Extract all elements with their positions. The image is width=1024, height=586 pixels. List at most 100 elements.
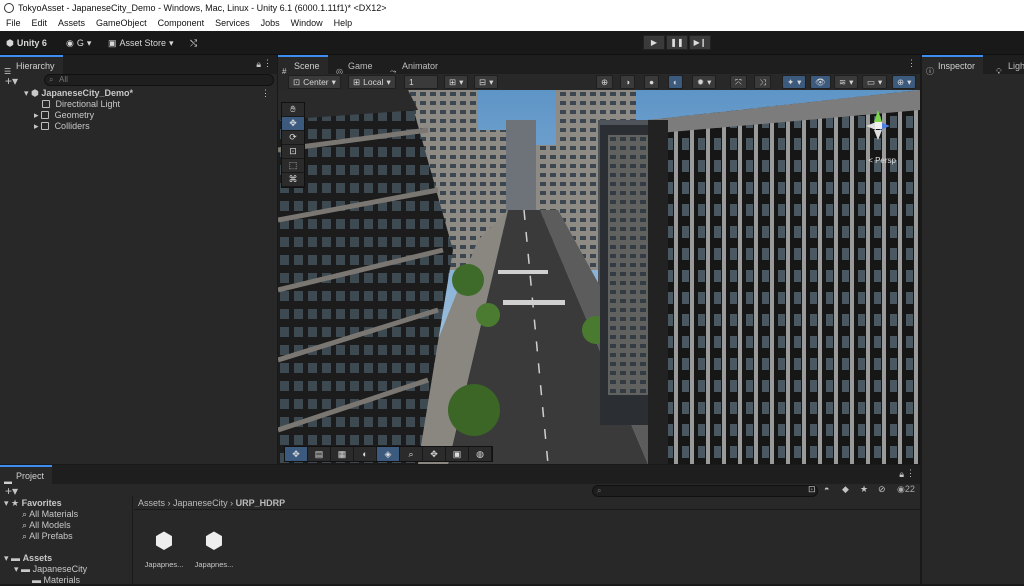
menu-edit[interactable]: Edit — [32, 16, 48, 31]
eye-hidden-icon[interactable]: ⊘ — [878, 484, 886, 495]
favorite-all-materials[interactable]: ⌕ All Materials — [22, 509, 78, 520]
tab-scene[interactable]: # Scene — [278, 55, 328, 76]
menu-services[interactable]: Services — [215, 16, 250, 31]
add-object-button[interactable]: +▾ — [5, 74, 18, 88]
asset-item-1[interactable]: ⬢ Japapnes... — [144, 528, 184, 569]
scene-gizmo[interactable] — [856, 100, 900, 150]
favorites-header[interactable]: ▾ ★ Favorites — [4, 498, 62, 509]
menu-window[interactable]: Window — [291, 16, 323, 31]
perspective-label[interactable]: < Persp — [868, 156, 896, 165]
pivot-center-dropdown[interactable]: ⊡ Center ▾ — [288, 75, 341, 89]
menu-assets[interactable]: Assets — [58, 16, 85, 31]
pivot-icon: ⊡ — [293, 77, 301, 87]
hierarchy-panel: ☰ Hierarchy 🔒︎ ⋮ +▾ ⌕ All ▾ ⬢ JapaneseCi… — [0, 55, 277, 464]
scale-tool-button[interactable]: ⊡ — [282, 145, 304, 159]
search-icon: ⌕ — [597, 486, 602, 495]
tab-lighting[interactable]: 💡︎ Ligh — [992, 55, 1024, 76]
camera-dropdown[interactable]: ▭ ▾ — [862, 75, 888, 89]
menu-component[interactable]: Component — [158, 16, 205, 31]
breadcrumb-urp-hdrp[interactable]: URP_HDRP — [236, 498, 286, 508]
orbit-icon[interactable]: ✥ — [423, 447, 446, 461]
chevron-down-icon: ▾ — [169, 38, 174, 48]
layers-dropdown[interactable]: ≋ ▾ — [834, 75, 859, 89]
search-by-type-icon[interactable]: ⊡ — [808, 484, 816, 495]
favorite-all-prefabs[interactable]: ⌕ All Prefabs — [22, 531, 73, 542]
render-mode-button[interactable]: ◐ — [668, 75, 684, 89]
grid-paint-icon[interactable]: ▦ — [331, 447, 354, 461]
move-tool-button[interactable]: ✥ — [282, 117, 304, 131]
account-button[interactable]: ◉ G ▾ — [66, 35, 91, 51]
transform-tool-button[interactable]: ⌘ — [282, 173, 304, 187]
play-button[interactable]: ▶ — [643, 35, 665, 50]
compass-icon[interactable]: ◍ — [469, 447, 492, 461]
folder-japanesecity[interactable]: ▾ ▬ JapaneseCity — [14, 564, 87, 575]
audio-toggle-button[interactable]: ⤨ — [754, 75, 771, 89]
unity-package-icon: ⬢ — [154, 528, 174, 553]
moon-overlay-icon[interactable]: ◐ — [354, 447, 377, 461]
space-local-dropdown[interactable]: ⊞ Local ▾ — [348, 75, 396, 89]
folder-materials[interactable]: ▬ Materials — [32, 575, 80, 586]
terrain-icon[interactable]: ▤ — [308, 447, 331, 461]
menu-file[interactable]: File — [6, 16, 21, 31]
step-button[interactable]: ▶❙ — [689, 35, 711, 50]
scene-root-row[interactable]: ▾ ⬢ JapaneseCity_Demo* ⋮ — [24, 88, 274, 99]
asset-store-button[interactable]: ▣ Asset Store ▾ — [108, 35, 174, 51]
favorite-all-models[interactable]: ⌕ All Models — [22, 520, 71, 531]
tab-inspector[interactable]: ⓘ Inspector — [922, 55, 984, 76]
filter-icon[interactable]: ◓ — [824, 484, 829, 494]
breadcrumb-assets[interactable]: Assets — [138, 498, 165, 508]
lock-icon[interactable]: 🔒︎ — [256, 59, 261, 70]
more-options-icon[interactable]: ⋮ — [261, 88, 270, 99]
visibility-button[interactable]: 👁︎ — [810, 75, 831, 89]
effects-icon: ✦ — [787, 77, 795, 87]
shaded-button[interactable]: ◑ — [620, 75, 636, 89]
version-control-icon[interactable]: ⤭ — [190, 35, 197, 51]
label-icon[interactable]: ◆ — [842, 484, 849, 495]
more-options-icon[interactable]: ⋮ — [263, 58, 272, 69]
saved-search-icon[interactable]: ★ — [860, 484, 868, 495]
grid-visibility-dropdown[interactable]: ⊞ ▾ — [444, 75, 469, 89]
assets-root-folder[interactable]: ▾ ▬ Assets — [4, 553, 52, 564]
draw-mode-button[interactable]: ⊕ — [596, 75, 614, 89]
expand-arrow-icon: ▾ — [24, 88, 29, 98]
menu-gameobject[interactable]: GameObject — [96, 16, 147, 31]
hierarchy-search-input[interactable]: ⌕ All — [44, 74, 274, 86]
scene-toolbar: ⊡ Center ▾ ⊞ Local ▾ 1 ⊞ ▾ ⊟ ▾ ⊕ ◑ ● ◐ ✹ ▾ ⤧ ⤨ … — [278, 74, 920, 90]
search-icon: ⌕ — [49, 75, 54, 84]
hierarchy-item-directional-light[interactable]: Directional Light — [42, 99, 120, 110]
move-overlay-icon[interactable]: ✥ — [285, 447, 308, 461]
camera-overlay-icon[interactable]: ▣ — [446, 447, 469, 461]
menu-jobs[interactable]: Jobs — [261, 16, 280, 31]
star-icon: ★ — [11, 498, 20, 508]
menu-help[interactable]: Help — [334, 16, 353, 31]
lit-sphere-button[interactable]: ● — [644, 75, 660, 89]
search-icon[interactable]: ⌕ — [400, 447, 423, 461]
breadcrumb-japanesecity[interactable]: JapaneseCity — [173, 498, 228, 508]
tab-animator[interactable]: ⤳ Animator — [386, 55, 446, 76]
hidden-count: ◉22 — [897, 484, 915, 494]
hierarchy-item-geometry[interactable]: ▸ Geometry — [34, 110, 94, 121]
lock-icon[interactable]: 🔒︎ — [899, 469, 904, 480]
scene-viewport[interactable]: ✋︎ ✥ ⟳ ⊡ ⬚ ⌘ < Persp ✥ ▤ ▦ ◐ ◈ ⌕ ✥ ▣ ◍ — [278, 90, 920, 464]
debug-dropdown[interactable]: ✹ ▾ — [692, 75, 717, 89]
snap-settings-dropdown[interactable]: ⊟ ▾ — [474, 75, 499, 89]
grid-snap-field[interactable]: 1 — [404, 75, 438, 89]
search-icon: ⌕ — [22, 509, 28, 519]
hand-tool-button[interactable]: ✋︎ — [282, 103, 304, 117]
pause-button[interactable]: ❚❚ — [666, 35, 688, 50]
hierarchy-item-colliders[interactable]: ▸ Colliders — [34, 121, 90, 132]
unity-version-button[interactable]: ⬢ Unity 6 — [6, 35, 47, 51]
tab-game[interactable]: ◎ Game — [332, 55, 381, 76]
more-options-icon[interactable]: ⋮ — [906, 468, 915, 479]
tab-hierarchy[interactable]: ☰ Hierarchy — [0, 55, 63, 76]
effects-dropdown[interactable]: ✦ ▾ — [782, 75, 807, 89]
2d-toggle-button[interactable]: ⤧ — [730, 75, 747, 89]
folder-icon: ▬ — [11, 553, 21, 563]
tab-project[interactable]: ▬ Project — [0, 465, 53, 486]
layers-overlay-icon[interactable]: ◈ — [377, 447, 400, 461]
rotate-tool-button[interactable]: ⟳ — [282, 131, 304, 145]
more-options-icon[interactable]: ⋮ — [907, 58, 916, 69]
gizmos-dropdown[interactable]: ⊕ ▾ — [892, 75, 917, 89]
asset-item-2[interactable]: ⬢ Japapnes... — [194, 528, 234, 569]
rect-tool-button[interactable]: ⬚ — [282, 159, 304, 173]
